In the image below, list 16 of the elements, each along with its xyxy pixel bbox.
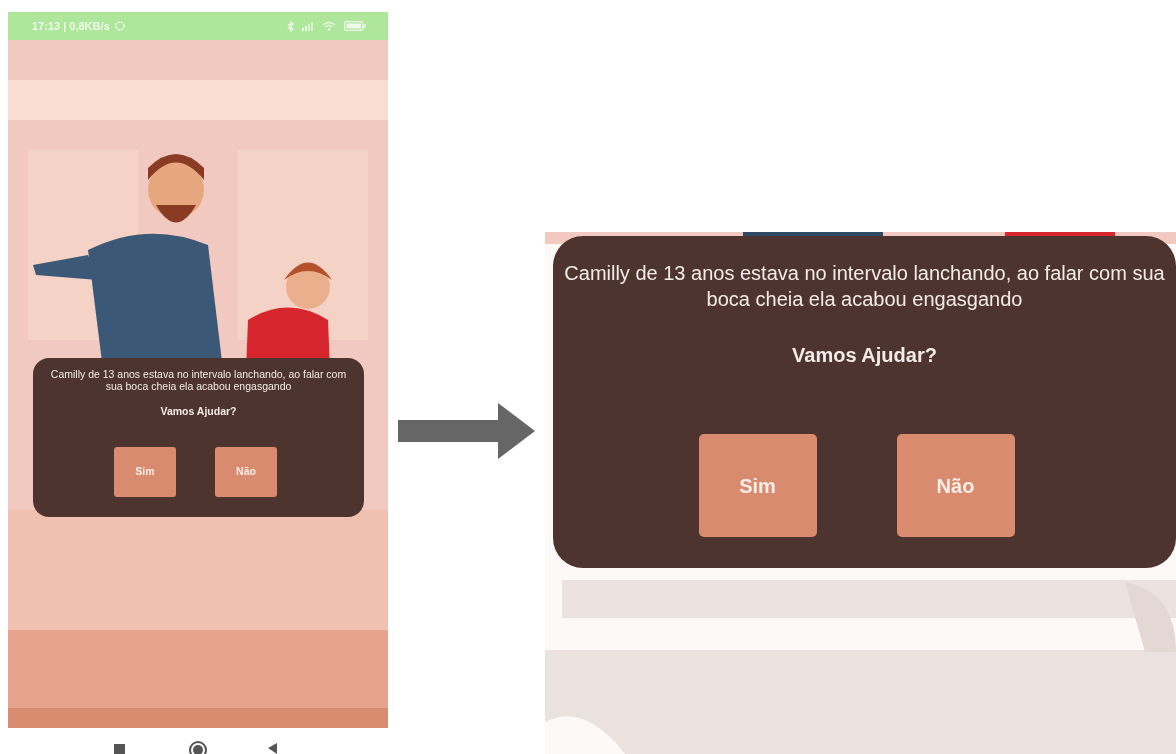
wifi-icon [322,21,336,31]
status-text: 17:13 | 0,8KB/s [32,18,110,34]
answer-button[interactable]: Não [896,434,1015,537]
arrow-icon [398,403,535,459]
battery-icon [344,21,366,31]
bluetooth-icon [287,20,294,32]
answer-button[interactable]: Sim [114,446,176,497]
home-button[interactable] [189,741,207,754]
answer-button[interactable]: Não [215,446,277,497]
dialog-question: Vamos Ajudar? [159,404,238,419]
answer-button[interactable]: Sim [698,434,817,537]
back-button[interactable] [268,743,277,754]
signal-icon [302,21,314,31]
dialog-message: Camilly de 13 anos estava no intervalo lanchando, ao falar com sua boca cheia ela acabou engasgando [563,261,1166,312]
dialog-message: Camilly de 13 anos estava no intervalo lanchando, ao falar com sua boca cheia ela acabou engasgando [49,368,348,392]
dialog-question: Vamos Ajudar? [791,343,938,368]
